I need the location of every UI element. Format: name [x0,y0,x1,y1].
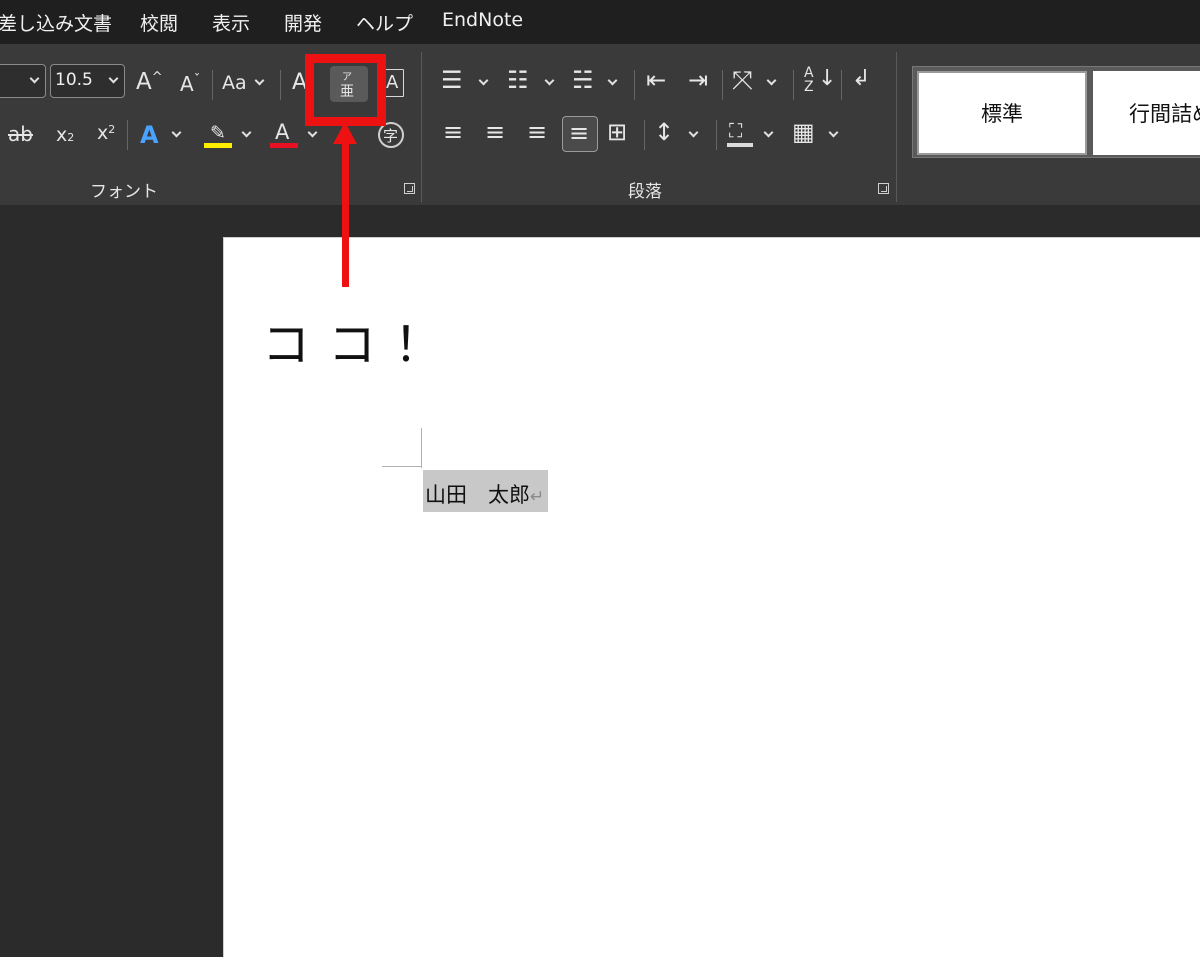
distributed-button[interactable]: ⊞ [607,120,627,144]
paragraph-mark-icon: ↵ [530,487,545,507]
selected-name-text[interactable]: 山田 太郎↵ [423,470,549,512]
menu-review[interactable]: 校閲 [140,9,178,36]
font-color-bar [270,143,298,148]
text-effects-button[interactable]: A [140,123,159,147]
separator [280,70,281,100]
menu-help[interactable]: ヘルプ [356,9,413,36]
grow-font-button[interactable]: A^ [136,71,163,94]
chevron-down-icon[interactable] [544,75,555,86]
chevron-down-icon[interactable] [254,75,265,86]
chevron-down-icon[interactable] [171,127,182,138]
separator [127,120,128,150]
menu-developer[interactable]: 開発 [284,9,322,36]
style-normal-label: 標準 [981,102,1023,126]
highlight-box [305,54,386,126]
arrow-line [342,140,349,287]
sort-arrow-icon: ↓ [818,66,837,91]
font-color-label: A [275,120,290,144]
subscript-label: x [56,124,68,146]
align-right-button[interactable]: ≡ [527,120,547,144]
margin-corner-mark [382,466,422,467]
superscript-label: x [97,122,109,144]
font-dialog-launcher-icon[interactable] [404,183,415,194]
change-case-label: Aa [222,72,247,94]
bullets-button[interactable]: ☰ [441,68,463,92]
align-center-button[interactable]: ≡ [485,120,505,144]
margin-corner-mark [421,428,422,468]
paint-bucket-icon: ⛶ [729,120,743,142]
font-size-value: 10.5 [55,70,93,90]
separator [716,120,717,150]
group-separator [421,52,422,202]
shading-button[interactable]: ⛶ [727,120,755,150]
shrink-font-label: A [180,72,194,96]
highlighter-button[interactable]: ✎ [204,120,234,150]
shading-color-bar [727,143,753,147]
font-color-button[interactable]: A [270,120,300,150]
line-spacing-button[interactable]: ↕ [654,120,674,144]
chevron-down-icon[interactable] [766,75,777,86]
character-border-label: A [386,72,399,93]
paragraph-group-label: 段落 [628,182,662,202]
separator [793,70,794,100]
numbering-button[interactable]: ☷ [507,68,529,92]
chevron-down-icon[interactable] [307,127,318,138]
chevron-down-icon[interactable] [828,127,839,138]
name-text: 山田 太郎 [425,483,530,507]
separator [644,120,645,150]
separator [722,70,723,100]
justify-button[interactable]: ≡ [562,116,598,152]
multilevel-list-button[interactable]: ☵ [572,68,594,92]
grow-font-label: A [136,69,152,95]
style-normal[interactable]: 標準 [917,71,1087,155]
change-case-button[interactable]: Aa [222,74,247,93]
chevron-down-icon[interactable] [763,127,774,138]
superscript-button[interactable]: x2 [97,124,115,143]
font-size-select[interactable]: 10.5 [50,64,125,98]
chevron-down-icon [29,73,40,84]
enclose-characters-label: 字 [383,127,399,145]
menu-endnote[interactable]: EndNote [442,9,523,31]
style-no-spacing-label: 行間詰め [1129,102,1200,126]
show-marks-button[interactable]: ↲ [852,68,870,90]
borders-button[interactable]: ▦ [792,120,815,144]
decrease-indent-button[interactable]: ⇤ [646,68,666,92]
menu-view[interactable]: 表示 [212,9,250,36]
group-separator [896,52,897,202]
ribbon: 10.5 A^ Aˇ Aa A ア 亜 A ab x2 x2 A ✎ A 字 フ… [0,44,1200,206]
shrink-font-button[interactable]: Aˇ [180,74,200,94]
justify-icon: ≡ [569,119,590,147]
style-no-spacing[interactable]: 行間詰め [1093,71,1200,155]
annotation-callout-text: ココ！ [262,317,461,373]
font-group-label: フォント [90,182,158,202]
align-left-button[interactable]: ≡ [443,120,463,144]
paragraph-dialog-launcher-icon[interactable] [878,183,889,194]
chevron-down-icon[interactable] [688,127,699,138]
styles-gallery: 標準 行間詰め [912,66,1200,158]
text-effects-label: A [140,121,159,149]
separator [212,70,213,100]
highlighter-icon: ✎ [210,122,226,144]
sort-button[interactable]: AZ [804,66,814,94]
highlight-color-bar [204,143,232,148]
separator [634,70,635,100]
increase-indent-button[interactable]: ⇥ [688,68,708,92]
chevron-down-icon [108,73,119,84]
subscript-button[interactable]: x2 [56,126,74,145]
chevron-down-icon[interactable] [607,75,618,86]
chevron-down-icon[interactable] [241,127,252,138]
separator [841,70,842,100]
font-name-select[interactable] [0,64,46,98]
asian-layout-button[interactable]: ⤧ [732,68,753,94]
chevron-down-icon[interactable] [478,75,489,86]
menu-mailings[interactable]: 差し込み文書 [0,9,112,36]
menu-bar: 差し込み文書 校閲 表示 開発 ヘルプ EndNote [0,0,1200,44]
strikethrough-button[interactable]: ab [8,124,33,144]
